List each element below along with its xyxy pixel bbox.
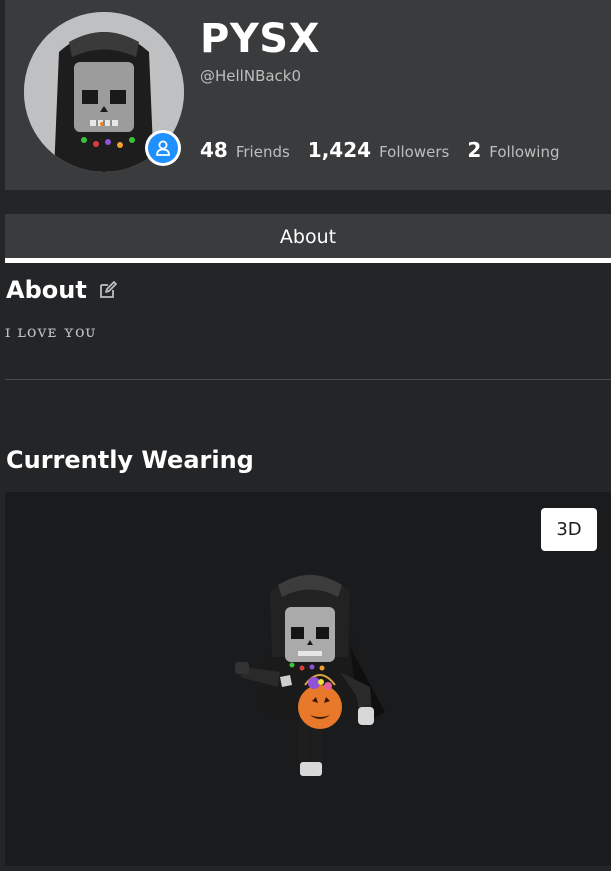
about-header: About [6,276,119,304]
tab-about[interactable]: About [5,214,611,260]
followers-count[interactable]: 1,424 [308,138,371,162]
presence-indicator [145,130,181,166]
tab-about-label: About [279,226,337,248]
followers-label[interactable]: Followers [379,143,449,161]
following-count[interactable]: 2 [467,138,481,162]
avatar-3d-model [235,574,385,776]
currently-wearing-title: Currently Wearing [6,446,254,474]
user-icon [156,140,170,156]
username: @HellNBack0 [200,67,302,85]
following-label[interactable]: Following [489,143,559,161]
profile-header: PYSX @HellNBack0 48 Friends 1,424 Follow… [5,0,611,190]
avatar-viewer[interactable]: 3D [5,492,611,866]
tab-active-indicator [5,258,611,263]
section-divider [5,379,611,380]
edit-icon[interactable] [97,279,119,301]
about-description: ɪ ʟᴏᴠᴇ ʏᴏᴜ [5,322,96,341]
profile-stats: 48 Friends 1,424 Followers 2 Following [200,138,578,162]
display-name: PYSX [200,16,320,62]
toggle-3d-button[interactable]: 3D [541,508,597,551]
friends-label[interactable]: Friends [236,143,290,161]
friends-count[interactable]: 48 [200,138,228,162]
about-title: About [6,276,87,304]
